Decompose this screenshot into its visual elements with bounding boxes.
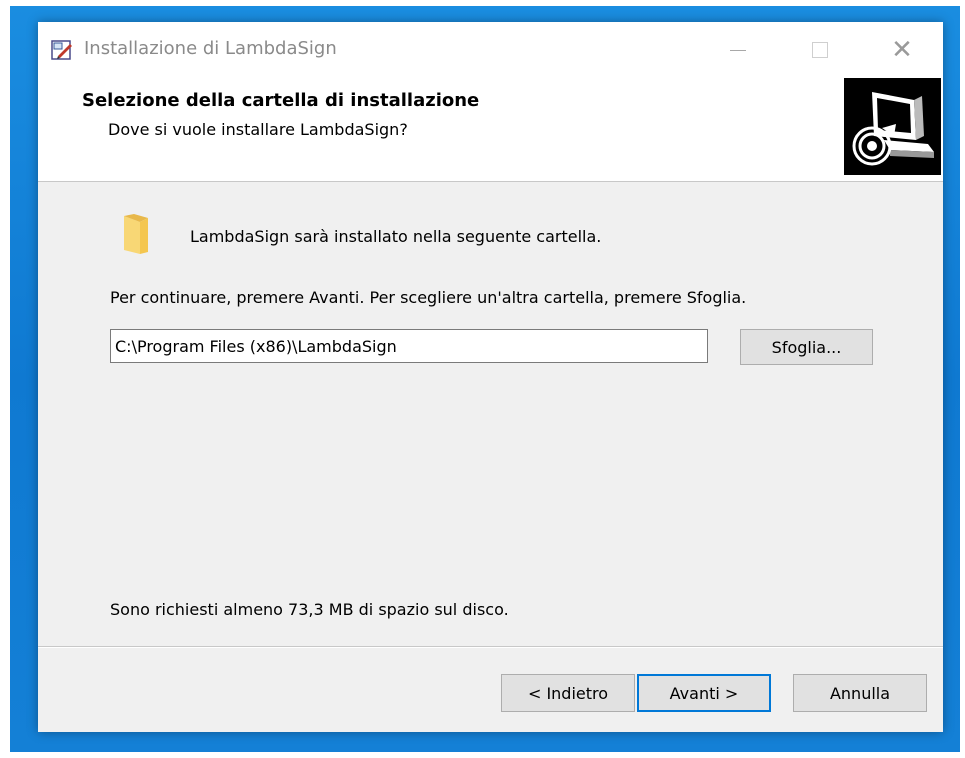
disk-space-text: Sono richiesti almeno 73,3 MB di spazio … [110,600,509,619]
minimize-icon [730,49,746,51]
installer-computer-icon [844,78,941,175]
page-title: Selezione della cartella di installazion… [82,90,480,111]
installer-window: Installazione di LambdaSign ✕ Selezione … [38,22,943,732]
install-location-text: LambdaSign sarà installato nella seguent… [190,227,602,246]
close-button[interactable]: ✕ [862,22,942,78]
maximize-icon [812,42,828,58]
minimize-button[interactable] [698,22,778,78]
maximize-button[interactable] [780,22,860,78]
folder-icon [118,212,154,258]
page-subtitle: Dove si vuole installare LambdaSign? [108,120,408,139]
window-title: Installazione di LambdaSign [84,38,337,59]
title-bar[interactable]: Installazione di LambdaSign ✕ [38,22,943,78]
next-button[interactable]: Avanti > [637,674,771,712]
install-path-input[interactable] [110,329,708,363]
close-icon: ✕ [891,35,913,65]
setup-app-icon [50,38,74,62]
wizard-header: Selezione della cartella di installazion… [38,78,943,182]
back-button[interactable]: < Indietro [501,674,635,712]
footer-divider-highlight [38,647,943,648]
browse-button[interactable]: Sfoglia... [740,329,873,365]
cancel-button[interactable]: Annulla [793,674,927,712]
instruction-text: Per continuare, premere Avanti. Per sceg… [110,288,747,307]
